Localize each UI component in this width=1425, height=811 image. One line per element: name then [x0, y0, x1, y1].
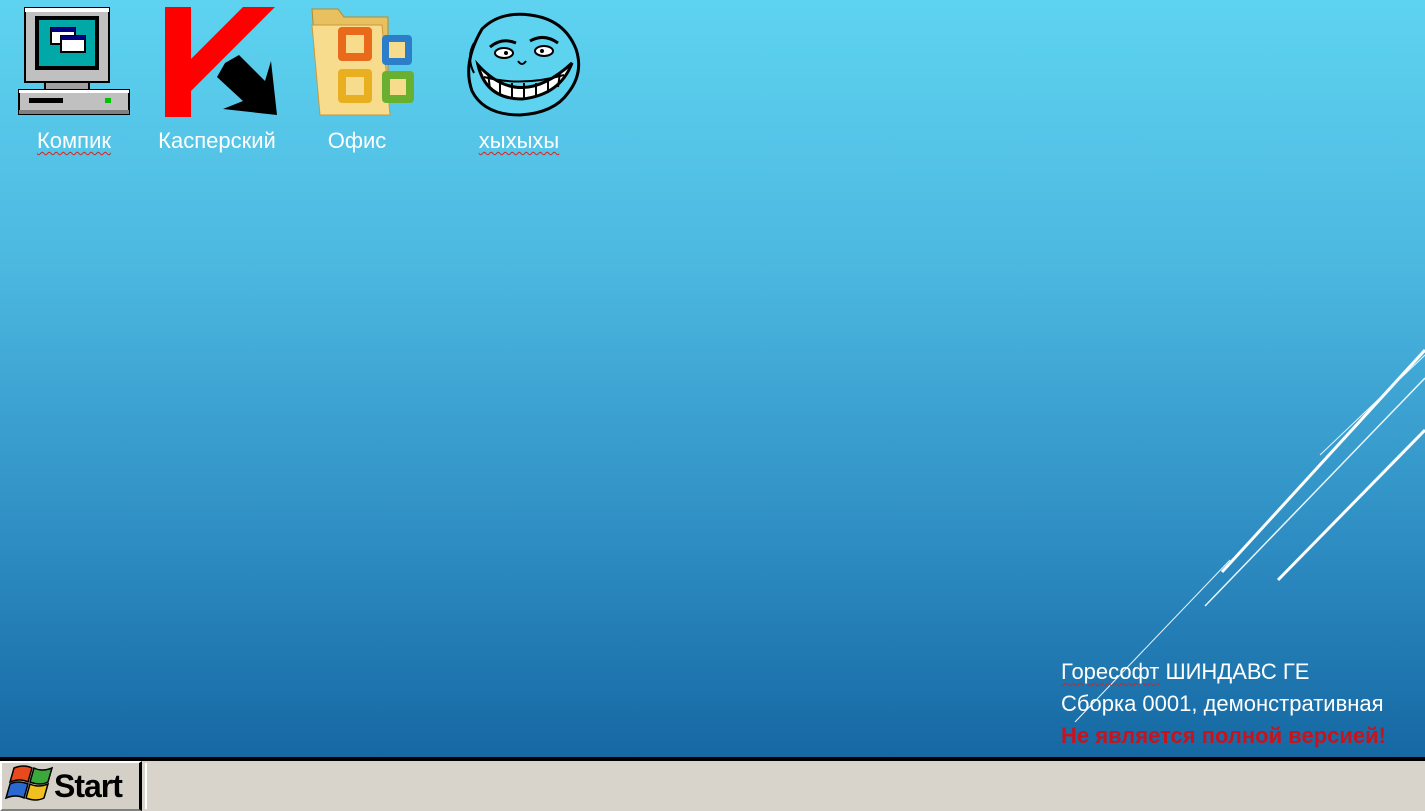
build-info-build: Сборка 0001, демонстративная	[1061, 691, 1384, 716]
icon-label-trollface: хыхыхы	[478, 128, 560, 153]
taskbar: Start	[0, 757, 1425, 811]
desktop-icon-computer[interactable]: Компик	[12, 2, 136, 154]
windows-logo-icon	[4, 762, 60, 811]
start-button[interactable]: Start	[0, 761, 142, 811]
desktop-icon-office[interactable]: Офис	[298, 2, 422, 154]
trollface-icon	[460, 2, 584, 122]
taskbar-task-area[interactable]	[145, 763, 1425, 809]
build-info-warning: Не является полной версией!	[1061, 723, 1387, 748]
desktop-icon-trollface[interactable]: хыхыхы	[460, 2, 584, 154]
build-info-vendor: Горесофт	[1061, 659, 1160, 684]
start-label: Start	[54, 767, 123, 804]
icon-label-computer: Компик	[36, 128, 111, 153]
desktop: Компик Касперский Офис хыхыхы Горесофт Ш…	[0, 0, 1425, 757]
desktop-icon-kaspersky[interactable]: Касперский	[155, 2, 279, 154]
build-info-product-name: ШИНДАВС ГЕ	[1159, 659, 1310, 684]
icon-label-kaspersky: Касперский	[158, 128, 276, 153]
icon-label-office: Офис	[327, 128, 387, 153]
kaspersky-icon	[155, 2, 279, 122]
office-folder-icon	[298, 2, 422, 122]
build-info-product: Горесофт ШИНДАВС ГЕ	[1061, 656, 1386, 688]
build-info: Горесофт ШИНДАВС ГЕ Сборка 0001, демонст…	[1061, 656, 1386, 752]
computer-icon	[12, 2, 136, 122]
